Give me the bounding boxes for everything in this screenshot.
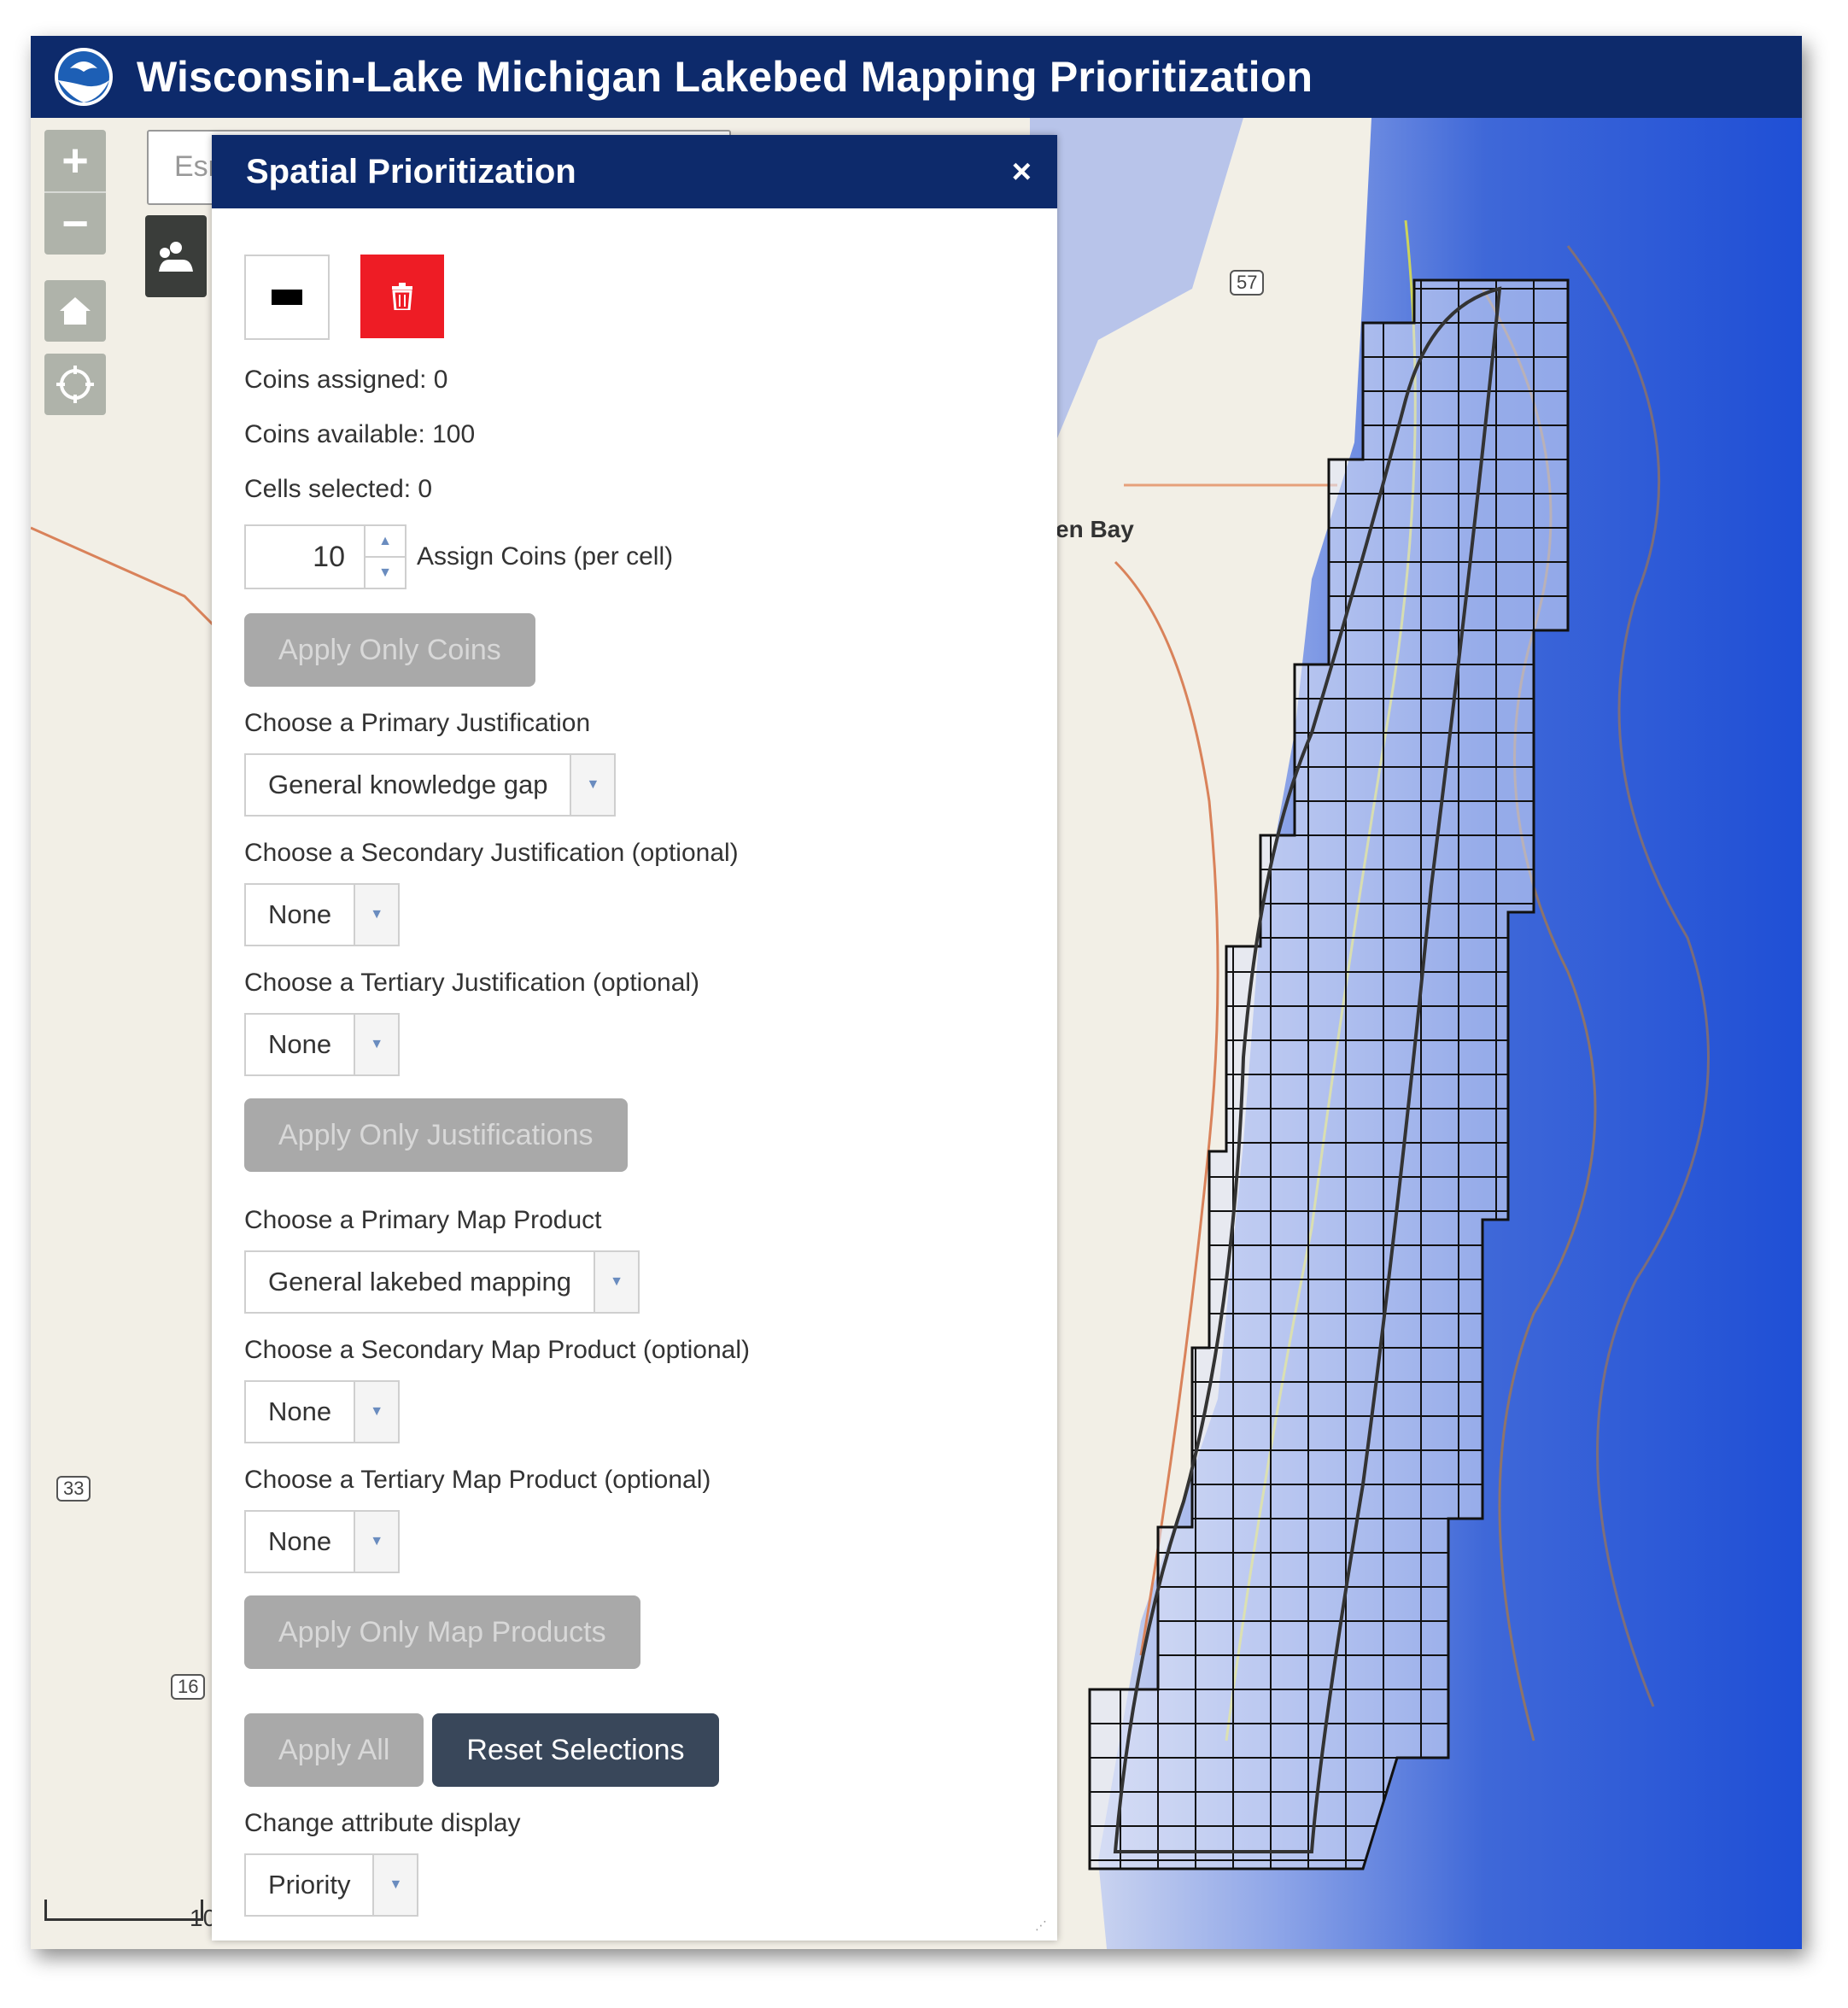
coins-assigned: Coins assigned: 0 xyxy=(244,366,448,394)
select-value: General knowledge gap xyxy=(268,770,548,799)
select-value: None xyxy=(268,1396,332,1426)
apply-map-products-button[interactable]: Apply Only Map Products xyxy=(244,1595,640,1669)
tertiary-justification-label: Choose a Tertiary Justification (optiona… xyxy=(244,969,700,997)
draw-tools xyxy=(244,255,1025,340)
highway-shield: 57 xyxy=(1230,270,1265,296)
cells-selected: Cells selected: 0 xyxy=(244,475,433,503)
coins-value[interactable]: 10 xyxy=(246,526,364,588)
panel-body: Coins assigned: 0 Coins available: 100 C… xyxy=(212,255,1057,1917)
app-title: Wisconsin-Lake Michigan Lakebed Mapping … xyxy=(137,53,1313,101)
attribute-display-select[interactable]: Priority ▼ xyxy=(244,1853,419,1917)
coins-stepper[interactable]: 10 ▲ ▼ xyxy=(244,524,406,589)
home-icon xyxy=(60,297,91,325)
tertiary-justification-select[interactable]: None ▼ xyxy=(244,1013,401,1076)
chevron-down-icon: ▼ xyxy=(372,1855,418,1915)
spatial-prioritization-panel: Spatial Prioritization × Coins assigned:… xyxy=(212,135,1057,1941)
highway-shield: 33 xyxy=(56,1476,91,1502)
chevron-down-icon: ▼ xyxy=(570,755,615,815)
resize-handle[interactable]: ⋰ xyxy=(1035,1918,1050,1934)
locate-button[interactable] xyxy=(44,354,106,415)
coins-available: Coins available: 100 xyxy=(244,420,476,448)
apply-justifications-button[interactable]: Apply Only Justifications xyxy=(244,1098,628,1172)
chevron-down-icon: ▼ xyxy=(594,1252,639,1312)
panel-header: Spatial Prioritization × xyxy=(212,135,1057,208)
select-value: None xyxy=(268,1029,332,1059)
select-value: None xyxy=(268,899,332,929)
zoom-control: + − xyxy=(44,130,106,255)
scale-bar xyxy=(44,1900,203,1921)
app-window: Wisconsin-Lake Michigan Lakebed Mapping … xyxy=(31,36,1802,1949)
chevron-down-icon: ▼ xyxy=(354,1512,399,1572)
chevron-down-icon: ▼ xyxy=(354,885,399,945)
panel-title: Spatial Prioritization xyxy=(246,152,576,190)
primary-map-product-select[interactable]: General lakebed mapping ▼ xyxy=(244,1250,640,1314)
select-value: Priority xyxy=(268,1870,351,1900)
assign-coins-row: 10 ▲ ▼ Assign Coins (per cell) xyxy=(244,524,1025,589)
home-button[interactable] xyxy=(44,280,106,342)
locate-icon xyxy=(56,366,94,403)
stepper-arrows: ▲ ▼ xyxy=(364,526,405,588)
zoom-in-button[interactable]: + xyxy=(44,130,106,191)
tertiary-map-product-label: Choose a Tertiary Map Product (optional) xyxy=(244,1466,711,1494)
trash-icon xyxy=(392,283,412,310)
secondary-map-product-select[interactable]: None ▼ xyxy=(244,1380,401,1443)
select-value: General lakebed mapping xyxy=(268,1267,572,1297)
app-header: Wisconsin-Lake Michigan Lakebed Mapping … xyxy=(31,36,1802,118)
reset-selections-button[interactable]: Reset Selections xyxy=(432,1713,719,1787)
noaa-logo xyxy=(55,48,113,106)
attribute-display-label: Change attribute display xyxy=(244,1809,521,1837)
apply-all-button[interactable]: Apply All xyxy=(244,1713,424,1787)
layers-button[interactable] xyxy=(145,215,207,297)
assign-coins-label: Assign Coins (per cell) xyxy=(417,542,674,571)
draw-rectangle-button[interactable] xyxy=(244,255,330,340)
layers-icon xyxy=(159,242,193,272)
decrement-button[interactable]: ▼ xyxy=(366,558,405,588)
apply-coins-button[interactable]: Apply Only Coins xyxy=(244,613,535,687)
increment-button[interactable]: ▲ xyxy=(366,526,405,558)
select-value: None xyxy=(268,1526,332,1556)
secondary-justification-label: Choose a Secondary Justification (option… xyxy=(244,839,739,867)
secondary-map-product-label: Choose a Secondary Map Product (optional… xyxy=(244,1336,751,1364)
primary-map-product-label: Choose a Primary Map Product xyxy=(244,1206,602,1234)
highway-shield: 16 xyxy=(171,1674,206,1700)
close-button[interactable]: × xyxy=(1012,153,1032,191)
rectangle-icon xyxy=(272,290,302,305)
chevron-down-icon: ▼ xyxy=(354,1015,399,1074)
zoom-out-button[interactable]: − xyxy=(44,193,106,255)
tertiary-map-product-select[interactable]: None ▼ xyxy=(244,1510,401,1573)
delete-button[interactable] xyxy=(360,255,444,338)
city-label: en Bay xyxy=(1056,516,1134,542)
secondary-justification-select[interactable]: None ▼ xyxy=(244,883,401,946)
primary-justification-label: Choose a Primary Justification xyxy=(244,709,591,737)
chevron-down-icon: ▼ xyxy=(354,1382,399,1442)
primary-justification-select[interactable]: General knowledge gap ▼ xyxy=(244,753,617,817)
